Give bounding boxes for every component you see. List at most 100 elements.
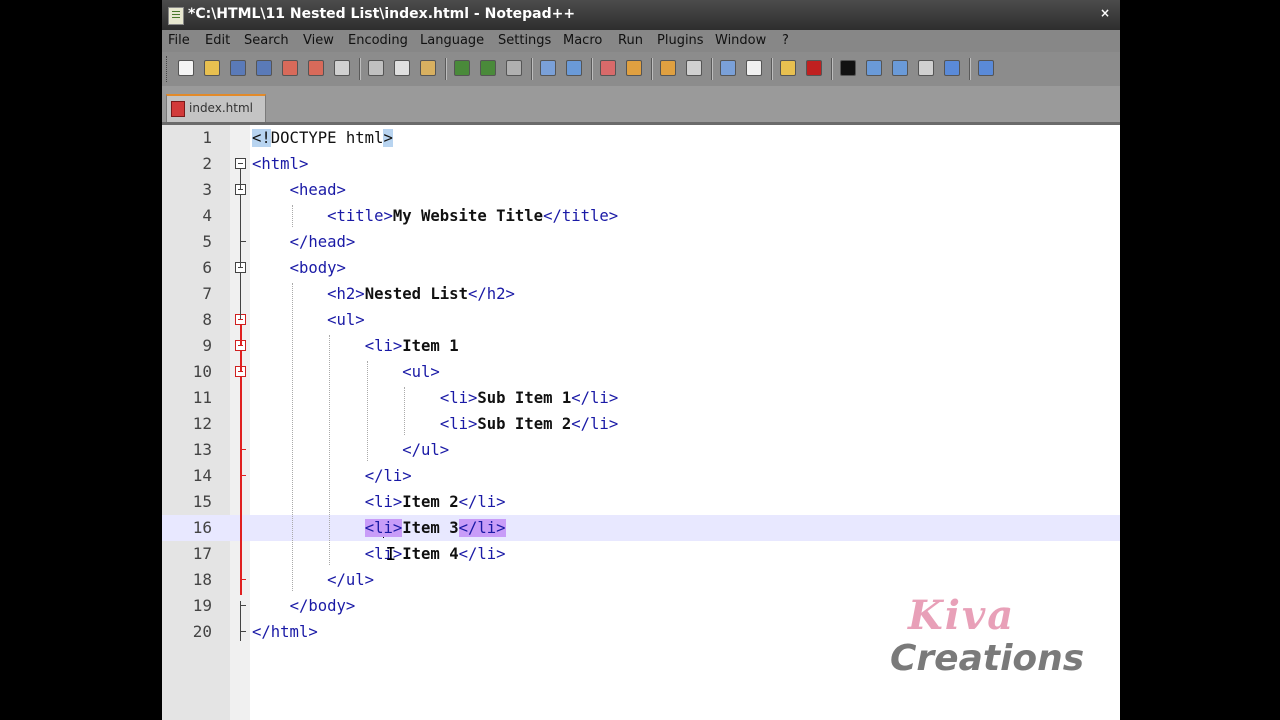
mouse-ibeam-cursor-icon: I (385, 544, 397, 565)
menu-file[interactable]: File (168, 33, 190, 48)
record-macro-icon[interactable] (804, 58, 824, 78)
code-line[interactable]: 9 <li>Item 1 (162, 333, 1120, 359)
save-all-icon[interactable] (254, 58, 274, 78)
spell-check-icon[interactable] (942, 58, 962, 78)
code-line[interactable]: 11 <li>Sub Item 1</li> (162, 385, 1120, 411)
save-icon[interactable] (228, 58, 248, 78)
tab-index-html[interactable]: index.html (166, 94, 266, 122)
code-token: <! (252, 129, 271, 147)
run-macro-multiple-icon[interactable] (890, 58, 910, 78)
code-token: <head> (289, 181, 346, 199)
close-window-button[interactable]: × (1098, 6, 1112, 20)
code-line[interactable]: 5 </head> (162, 229, 1120, 255)
line-number: 9 (202, 336, 212, 355)
code-token: </title> (543, 207, 619, 225)
code-token: <li> (439, 415, 478, 433)
code-token: </head> (289, 233, 356, 251)
code-line[interactable]: 8 <ul> (162, 307, 1120, 333)
menu-window[interactable]: Window (715, 33, 766, 48)
zoom-in-icon[interactable] (564, 58, 584, 78)
paste-icon[interactable] (418, 58, 438, 78)
code-line[interactable]: 10 <ul> (162, 359, 1120, 385)
code-line[interactable]: 15 <li>Item 2</li> (162, 489, 1120, 515)
code-line[interactable]: 6 <body> (162, 255, 1120, 281)
menu-help[interactable]: ? (782, 33, 789, 48)
user-lang-icon[interactable] (778, 58, 798, 78)
title-bar: *C:\HTML\11 Nested List\index.html - Not… (162, 0, 1120, 30)
notepadpp-app-icon (168, 7, 184, 25)
sync-vertical-icon[interactable] (624, 58, 644, 78)
code-token: Sub Item 1 (477, 389, 572, 407)
menu-macro[interactable]: Macro (563, 33, 602, 48)
code-text: <li>Sub Item 2</li> (440, 414, 618, 434)
find-icon[interactable] (504, 58, 524, 78)
print-icon[interactable] (332, 58, 352, 78)
code-text: <h2>Nested List</h2> (327, 284, 515, 304)
copy-icon[interactable] (392, 58, 412, 78)
code-line[interactable]: 16 <li>Item 3</li> (162, 515, 1120, 541)
code-line[interactable]: 13 </ul> (162, 437, 1120, 463)
menu-plugins[interactable]: Plugins (657, 33, 704, 48)
menu-search[interactable]: Search (244, 33, 289, 48)
redo-icon[interactable] (478, 58, 498, 78)
code-token: Sub Item 2 (477, 415, 572, 433)
line-number: 10 (192, 362, 212, 381)
show-all-chars-icon[interactable] (718, 58, 738, 78)
fold-end-tick (240, 605, 246, 606)
code-text: </li> (365, 466, 412, 486)
indent-guide (329, 335, 331, 565)
line-number: 2 (202, 154, 212, 173)
line-number: 14 (192, 466, 212, 485)
cut-icon[interactable] (366, 58, 386, 78)
toolbar-grip[interactable] (166, 56, 170, 82)
toolbar-separator (969, 58, 971, 80)
sync-horizontal-icon[interactable] (658, 58, 678, 78)
code-line[interactable]: 17 <li>Item 4</li> (162, 541, 1120, 567)
code-token: Item 1 (402, 337, 459, 355)
code-text: </ul> (327, 570, 374, 590)
line-number: 1 (202, 128, 212, 147)
save-macro-icon[interactable] (916, 58, 936, 78)
menu-view[interactable]: View (303, 33, 334, 48)
close-all-icon[interactable] (306, 58, 326, 78)
code-token: DOCTYPE html (270, 129, 384, 147)
fold-toggle-icon[interactable] (235, 158, 246, 169)
toolbar-separator (531, 58, 533, 80)
menu-run[interactable]: Run (618, 33, 643, 48)
menu-language[interactable]: Language (420, 33, 484, 48)
code-line[interactable]: 7 <h2>Nested List</h2> (162, 281, 1120, 307)
code-text: <li>Item 2</li> (365, 492, 506, 512)
line-number: 7 (202, 284, 212, 303)
stop-record-icon[interactable] (838, 58, 858, 78)
code-line[interactable]: 4 <title>My Website Title</title> (162, 203, 1120, 229)
undo-icon[interactable] (452, 58, 472, 78)
code-text: <li>Item 1 (365, 336, 459, 356)
playback-macro-icon[interactable] (864, 58, 884, 78)
open-file-icon[interactable] (202, 58, 222, 78)
code-line[interactable]: 1 <!DOCTYPE html> (162, 125, 1120, 151)
replace-icon[interactable] (538, 58, 558, 78)
code-token: </li> (458, 545, 506, 563)
word-wrap-icon[interactable] (684, 58, 704, 78)
zoom-out-icon[interactable] (598, 58, 618, 78)
code-token: Item 2 (402, 493, 459, 511)
code-line[interactable]: 18 </ul> (162, 567, 1120, 593)
fold-end-tick (240, 579, 246, 580)
code-token: <html> (252, 155, 309, 173)
code-line[interactable]: 3 <head> (162, 177, 1120, 203)
code-token: </li> (364, 467, 412, 485)
menu-edit[interactable]: Edit (205, 33, 230, 48)
close-icon[interactable] (280, 58, 300, 78)
code-line[interactable]: 12 <li>Sub Item 2</li> (162, 411, 1120, 437)
menu-encoding[interactable]: Encoding (348, 33, 408, 48)
line-number: 17 (192, 544, 212, 563)
line-number: 15 (192, 492, 212, 511)
toolbar-separator (651, 58, 653, 80)
line-number: 6 (202, 258, 212, 277)
code-line[interactable]: 2 <html> (162, 151, 1120, 177)
indent-guide-icon[interactable] (744, 58, 764, 78)
new-file-icon[interactable] (176, 58, 196, 78)
menu-settings[interactable]: Settings (498, 33, 551, 48)
more-icon[interactable] (976, 58, 996, 78)
code-line[interactable]: 14 </li> (162, 463, 1120, 489)
